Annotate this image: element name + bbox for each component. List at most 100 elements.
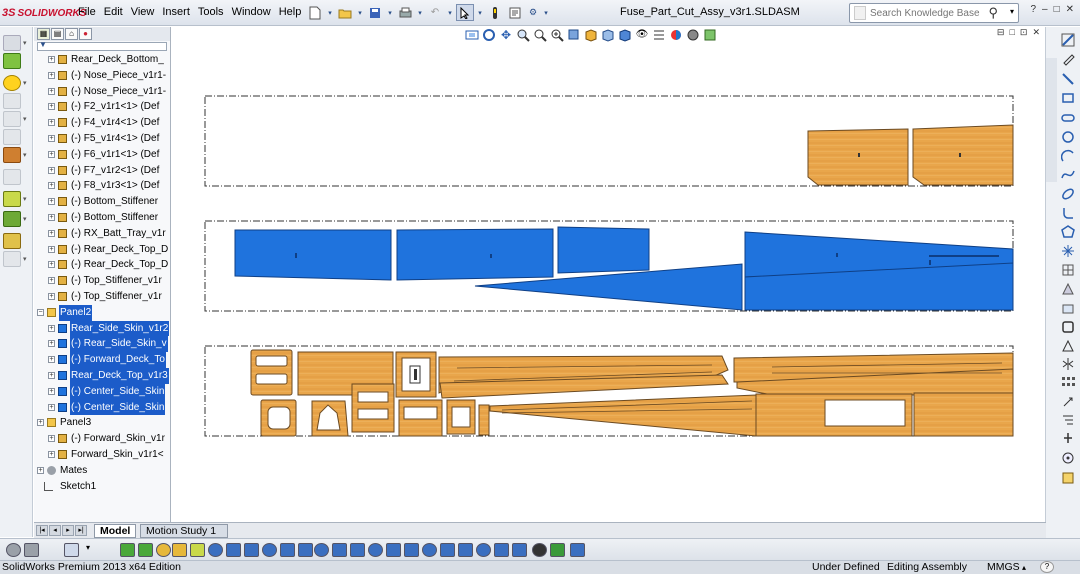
convert-entities-icon[interactable] xyxy=(1061,320,1075,334)
dropdown-arrow-icon[interactable]: ▾ xyxy=(23,151,27,159)
save-icon[interactable] xyxy=(366,4,384,21)
menu-insert[interactable]: Insert xyxy=(162,6,190,18)
connection-point-icon[interactable] xyxy=(532,543,547,557)
dimension-icon[interactable] xyxy=(298,543,313,557)
mate-face-icon[interactable] xyxy=(156,543,171,557)
options-icon[interactable]: ⚙ xyxy=(526,4,540,21)
status-help-icon[interactable]: ? xyxy=(1040,561,1054,573)
polygon-icon[interactable] xyxy=(1061,225,1075,239)
block-icon[interactable] xyxy=(440,543,455,557)
rebuild-icon[interactable] xyxy=(486,4,504,21)
previous-tab-icon[interactable]: ◂ xyxy=(49,525,61,536)
units-selector[interactable]: MMGS xyxy=(987,561,1020,574)
tree-item[interactable]: + (-) Rear_Deck_Top_D xyxy=(34,242,170,258)
point-icon[interactable] xyxy=(1061,244,1075,258)
wood-part[interactable] xyxy=(351,383,395,433)
datum-icon[interactable] xyxy=(404,543,419,557)
units-dropdown-icon[interactable]: ▴ xyxy=(1022,561,1026,574)
tree-filter[interactable]: ▼ xyxy=(37,40,167,51)
expand-toggle-icon[interactable]: + xyxy=(48,87,55,95)
tab-model[interactable]: Model xyxy=(94,524,137,538)
midpoint-icon[interactable] xyxy=(262,543,277,557)
edit-component-icon[interactable] xyxy=(3,35,21,51)
tree-item[interactable]: − Panel2 xyxy=(34,304,170,321)
tree-item[interactable]: + Rear_Deck_Bottom_ xyxy=(34,52,170,68)
ellipse-icon[interactable] xyxy=(1061,187,1075,201)
expand-toggle-icon[interactable]: + xyxy=(48,435,55,443)
assembly-model-view[interactable] xyxy=(172,27,1045,522)
expand-toggle-icon[interactable]: + xyxy=(48,450,55,458)
tree-item[interactable]: + (-) Rear_Side_Skin_v xyxy=(34,336,170,353)
expand-toggle-icon[interactable]: + xyxy=(48,371,55,379)
tree-item[interactable]: + (-) F6_v1r1<1> (Def xyxy=(34,147,170,163)
first-tab-icon[interactable]: |◂ xyxy=(36,525,48,536)
display-manager-tab-icon[interactable]: ● xyxy=(79,28,92,40)
new-motion-study-icon[interactable] xyxy=(3,233,21,249)
dowel-icon[interactable] xyxy=(476,543,491,557)
tree-item[interactable]: + (-) F5_v1r4<1> (Def xyxy=(34,131,170,147)
insert-components-icon[interactable] xyxy=(3,53,21,69)
expand-toggle-icon[interactable]: + xyxy=(48,56,55,63)
offset-entities-icon[interactable] xyxy=(1061,339,1075,353)
tree-item[interactable]: + Rear_Side_Skin_v1r2 xyxy=(34,320,170,337)
dropdown-arrow-icon[interactable]: ▾ xyxy=(86,543,94,557)
balloon-icon[interactable] xyxy=(368,543,383,557)
print-icon[interactable] xyxy=(396,4,414,21)
file-properties-icon[interactable] xyxy=(506,4,524,21)
hole-icon[interactable] xyxy=(494,543,509,557)
reference-geometry-icon[interactable] xyxy=(3,211,21,227)
tab-motion-study-1[interactable]: Motion Study 1 xyxy=(140,524,228,538)
weld-icon[interactable] xyxy=(386,543,401,557)
bill-of-materials-icon[interactable] xyxy=(3,251,21,267)
wood-part[interactable] xyxy=(913,392,1014,437)
graphics-area[interactable]: ✥ 👁 ⊟ □ ⊡ ✕ xyxy=(172,27,1045,522)
expand-toggle-icon[interactable]: + xyxy=(48,261,55,269)
last-tab-icon[interactable]: ▸| xyxy=(75,525,87,536)
expand-toggle-icon[interactable]: + xyxy=(48,182,55,190)
close-icon[interactable]: ✕ xyxy=(1066,4,1074,15)
wood-part[interactable] xyxy=(478,404,490,436)
tree-item[interactable]: + Rear_Deck_Top_v1r3 xyxy=(34,367,170,384)
wood-part[interactable] xyxy=(912,124,1014,186)
linear-sketch-pattern-icon[interactable] xyxy=(1061,375,1075,389)
note-icon[interactable] xyxy=(350,543,365,557)
dropdown-arrow-icon[interactable]: ▾ xyxy=(23,39,27,47)
expand-toggle-icon[interactable]: + xyxy=(48,403,55,411)
linear-pattern-icon[interactable] xyxy=(3,111,21,127)
tree-item[interactable]: + (-) Top_Stiffener_v1r xyxy=(34,273,170,289)
tree-item[interactable]: + Panel3 xyxy=(34,415,170,431)
tree-item[interactable]: + (-) F8_v1r3<1> (Def xyxy=(34,178,170,194)
restore-icon[interactable]: □ xyxy=(1054,4,1060,15)
dropdown-arrow-icon[interactable]: ▾ xyxy=(23,115,27,123)
expand-toggle-icon[interactable]: + xyxy=(48,71,55,79)
expand-toggle-icon[interactable]: + xyxy=(48,198,55,206)
tree-item[interactable]: + Mates xyxy=(34,463,170,479)
new-document-icon[interactable] xyxy=(306,4,324,21)
cosmetic-thread-icon[interactable] xyxy=(458,543,473,557)
mate-axis-icon[interactable] xyxy=(190,543,205,557)
tree-item[interactable]: + (-) RX_Batt_Tray_v1r xyxy=(34,226,170,242)
tree-item[interactable]: + (-) Rear_Deck_Top_D xyxy=(34,257,170,273)
display-relations-icon[interactable] xyxy=(1061,413,1075,427)
line-icon[interactable] xyxy=(1061,72,1075,86)
expand-toggle-icon[interactable]: + xyxy=(48,150,55,158)
expand-toggle-icon[interactable]: + xyxy=(37,419,44,427)
component-preview-icon[interactable] xyxy=(3,93,21,109)
move-component-icon[interactable] xyxy=(3,147,21,163)
menu-edit[interactable]: Edit xyxy=(104,6,123,18)
circle-icon[interactable] xyxy=(1061,130,1075,144)
tree-item[interactable]: + (-) Nose_Piece_v1r1- xyxy=(34,68,170,84)
expand-toggle-icon[interactable]: + xyxy=(48,245,55,253)
tree-item[interactable]: + (-) F7_v1r2<1> (Def xyxy=(34,163,170,179)
expand-toggle-icon[interactable]: + xyxy=(48,292,55,300)
search-icon[interactable]: ⚲ xyxy=(988,5,998,21)
search-dropdown-icon[interactable]: ▾ xyxy=(1010,7,1014,16)
routing-point-icon[interactable] xyxy=(512,543,527,557)
center-mark-icon[interactable] xyxy=(280,543,295,557)
expand-toggle-icon[interactable]: + xyxy=(48,229,55,237)
dropdown-arrow-icon[interactable]: ▾ xyxy=(356,4,364,21)
mate-edge-icon[interactable] xyxy=(138,543,153,557)
move-entities-icon[interactable] xyxy=(1061,395,1075,409)
tree-item[interactable]: + (-) Top_Stiffener_v1r xyxy=(34,289,170,305)
dropdown-arrow-icon[interactable]: ▾ xyxy=(386,4,394,21)
